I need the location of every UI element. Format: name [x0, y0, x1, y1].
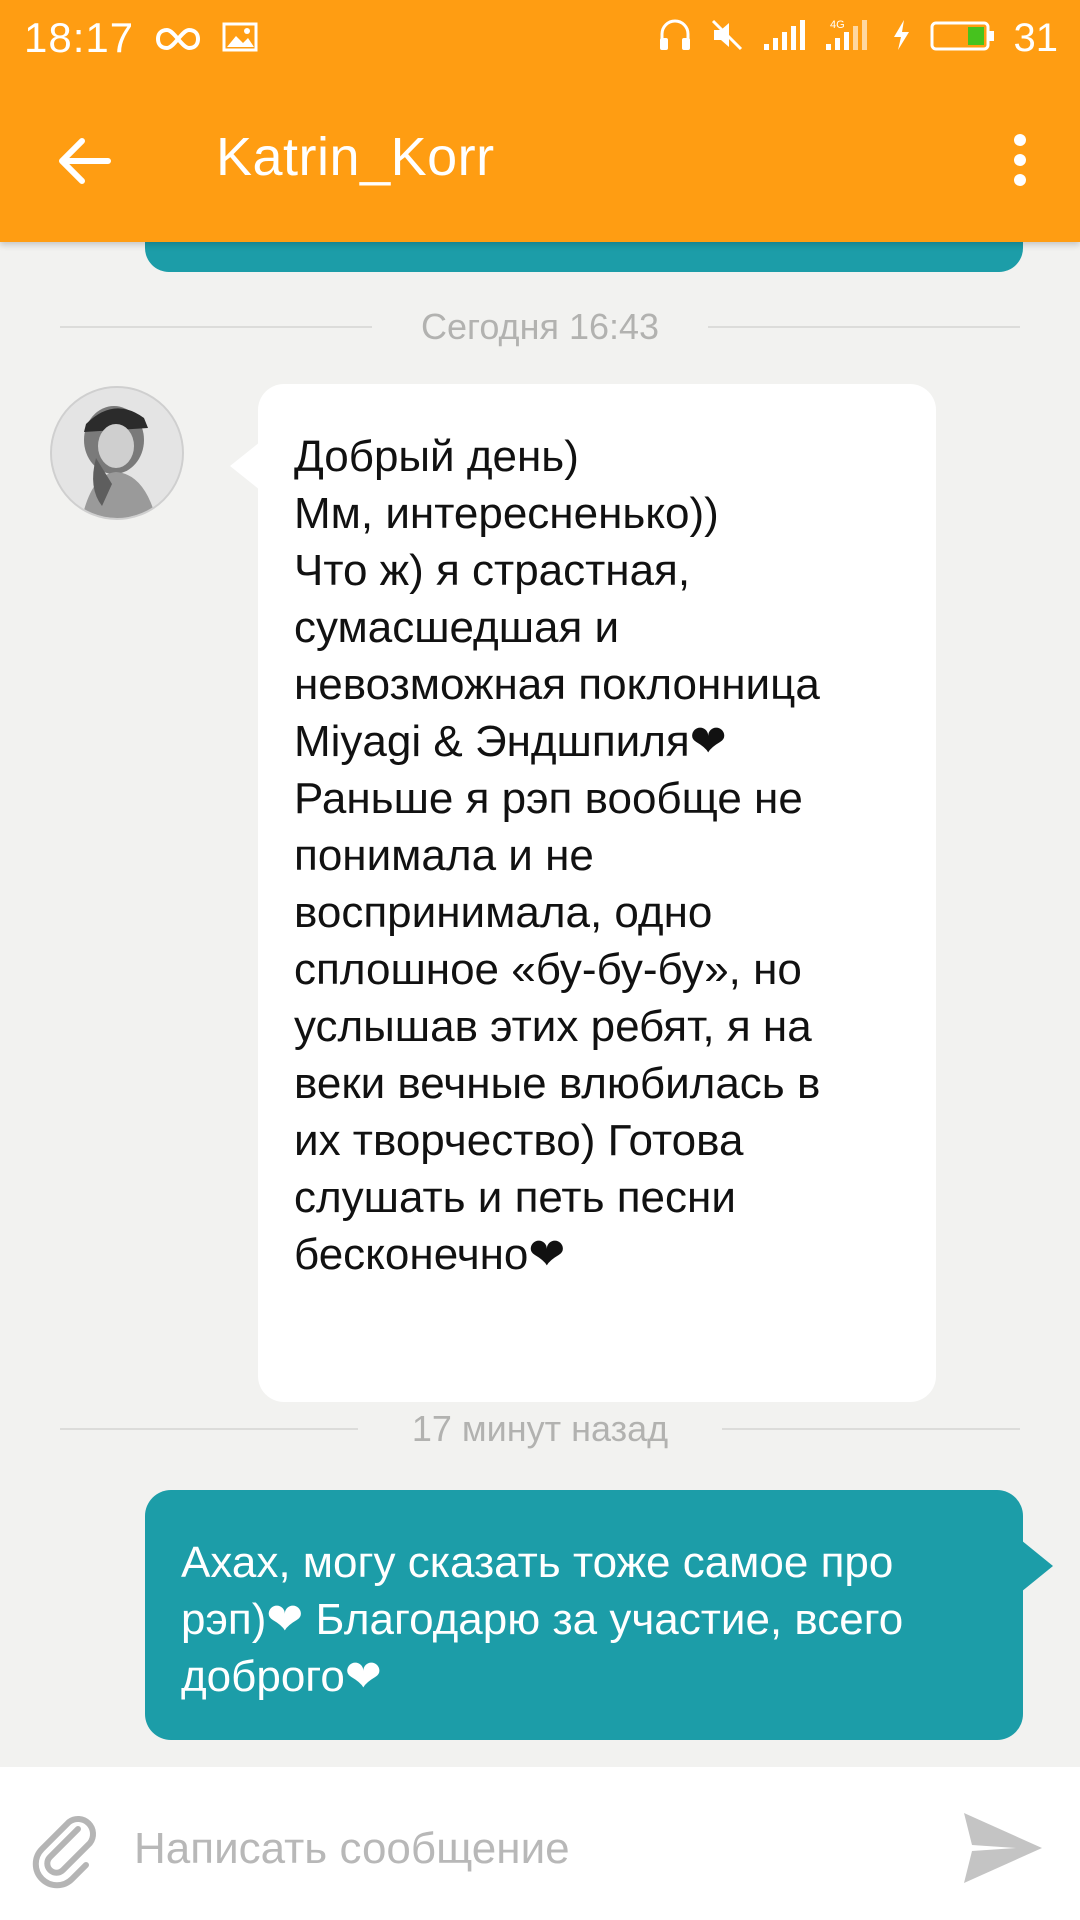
- date-divider: Сегодня 16:43: [60, 306, 1020, 347]
- app-header: 18:17 4G 31 Katrin_Korr: [0, 0, 1080, 242]
- previous-outgoing-bubble: [145, 242, 1023, 272]
- mute-icon: [710, 14, 744, 62]
- incoming-message-text: Добрый день) Мм, интересненько)) Что ж) …: [294, 432, 821, 1279]
- toolbar: Katrin_Korr: [0, 76, 1080, 242]
- status-time: 18:17: [24, 14, 135, 61]
- paperclip-icon: [32, 1816, 96, 1889]
- chat-title[interactable]: Katrin_Korr: [216, 126, 495, 188]
- signal-icon: [762, 14, 806, 62]
- status-bar: 18:17 4G 31: [0, 0, 1080, 76]
- back-arrow-icon: [59, 138, 111, 184]
- message-list[interactable]: Сегодня 16:43 Добрый день) Мм, интересне…: [0, 242, 1080, 1767]
- signal-4g-icon: 4G: [824, 14, 872, 62]
- image-icon: [222, 14, 258, 62]
- avatar[interactable]: [50, 386, 184, 520]
- outgoing-message-bubble[interactable]: Ахах, могу сказать тоже самое про рэп)❤ …: [145, 1490, 1053, 1740]
- headphones-icon: [658, 14, 692, 62]
- back-button[interactable]: [50, 126, 120, 196]
- outgoing-message-text: Ахах, могу сказать тоже самое про рэп)❤ …: [181, 1538, 904, 1701]
- message-input[interactable]: [132, 1803, 936, 1895]
- battery-level: 31: [1013, 15, 1059, 60]
- send-icon: [964, 1813, 1042, 1883]
- send-button[interactable]: [960, 1809, 1046, 1887]
- battery-icon: [930, 14, 996, 62]
- compose-bar: [0, 1767, 1080, 1920]
- attach-button[interactable]: [26, 1809, 106, 1889]
- infinity-icon: [156, 14, 201, 62]
- time-divider: 17 минут назад: [60, 1408, 1020, 1449]
- overflow-menu-button[interactable]: [1000, 120, 1040, 200]
- incoming-message-bubble[interactable]: Добрый день) Мм, интересненько)) Что ж) …: [230, 384, 936, 1402]
- user-photo-icon: [52, 388, 182, 518]
- more-vertical-icon: [1014, 134, 1026, 186]
- svg-text:4G: 4G: [830, 19, 845, 31]
- charging-icon: [890, 14, 912, 62]
